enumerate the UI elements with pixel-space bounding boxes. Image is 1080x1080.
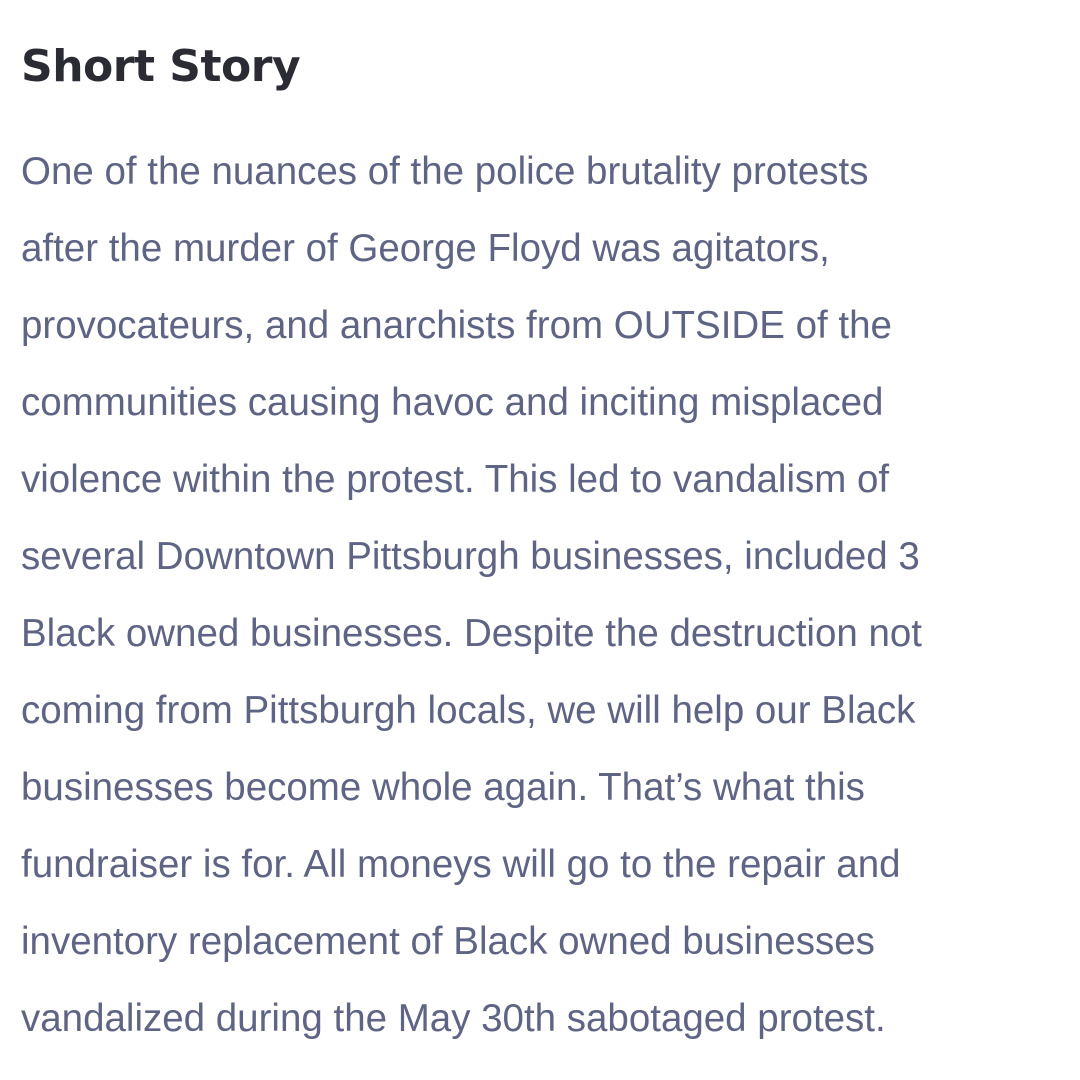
story-line: Black owned businesses. Despite the dest… <box>21 612 922 655</box>
story-line: violence within the protest. This led to… <box>21 458 890 501</box>
story-line: fundraiser is for. All moneys will go to… <box>21 843 901 886</box>
story-line: after the murder of George Floyd was agi… <box>21 227 830 270</box>
story-line: provocateurs, and anarchists from OUTSID… <box>21 304 892 347</box>
section-title: Short Story <box>21 41 301 92</box>
story-line: One of the nuances of the police brutali… <box>21 150 869 193</box>
story-line: several Downtown Pittsburgh businesses, … <box>21 535 920 578</box>
story-paragraph: One of the nuances of the police brutali… <box>21 133 1071 1057</box>
story-line: vandalized during the May 30th sabotaged… <box>21 997 886 1040</box>
story-line: inventory replacement of Black owned bus… <box>21 920 875 963</box>
story-line: businesses become whole again. That’s wh… <box>21 766 865 809</box>
short-story-card: Short Story One of the nuances of the po… <box>0 0 1080 1080</box>
story-line: communities causing havoc and inciting m… <box>21 381 884 424</box>
story-line: coming from Pittsburgh locals, we will h… <box>21 689 916 732</box>
